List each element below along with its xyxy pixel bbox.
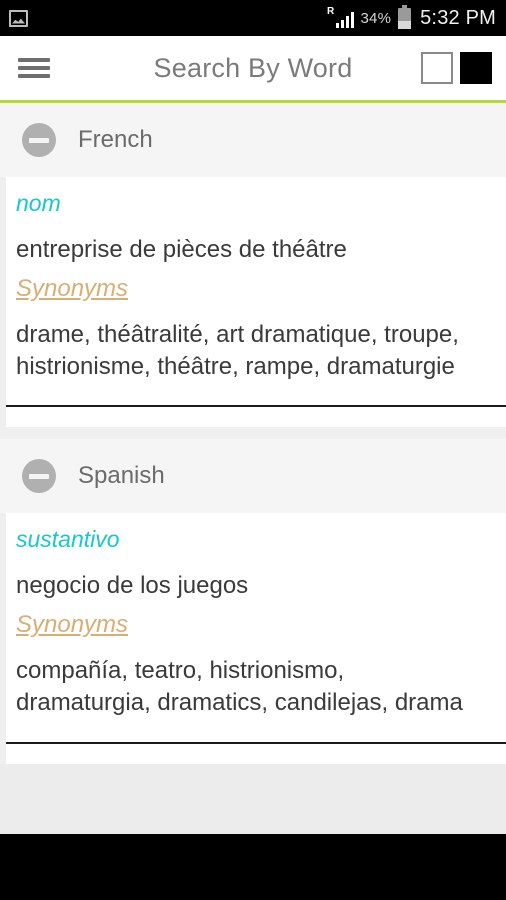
battery-percent-label: 34% [360, 9, 392, 27]
system-navigation-bar [0, 834, 506, 900]
group-spacer [0, 427, 506, 440]
roaming-indicator: R [326, 6, 335, 17]
part-of-speech-label: sustantivo [16, 526, 120, 553]
synonyms-link[interactable]: Synonyms [16, 275, 128, 303]
group-header-french[interactable]: French [0, 103, 506, 177]
minus-circle-icon[interactable] [22, 123, 56, 157]
entry-card-footer [6, 743, 506, 764]
part-of-speech-label: nom [16, 190, 61, 216]
synonyms-text: drame, théâtralité, art dramatique, trou… [16, 320, 459, 381]
hamburger-bar [18, 58, 50, 62]
entry-card-spanish: sustantivo negocio de los juegos Synonym… [6, 513, 506, 764]
status-bar: R 34% 5:32 PM [0, 0, 506, 36]
hamburger-menu-icon[interactable] [18, 55, 50, 81]
hamburger-bar [18, 66, 50, 70]
results-list[interactable]: French nom entreprise de pièces de théât… [0, 103, 506, 834]
entry-card-body: nom entreprise de pièces de théâtre Syno… [6, 189, 506, 383]
signal-bars-icon: R [326, 6, 355, 28]
status-bar-clock: 5:32 PM [420, 6, 496, 29]
dark-theme-swatch-button[interactable] [460, 52, 492, 84]
hamburger-bar [18, 74, 50, 78]
screenshot-notification-icon [9, 9, 28, 27]
battery-icon [398, 4, 412, 29]
synonyms-text: compañía, teatro, histrionismo, dramatur… [16, 657, 463, 717]
light-theme-swatch-button[interactable] [421, 52, 453, 84]
app-bar: Search By Word [0, 36, 506, 100]
minus-circle-icon[interactable] [22, 459, 56, 494]
group-header-spanish[interactable]: Spanish [0, 439, 506, 514]
definition-text: negocio de los juegos [16, 572, 249, 599]
status-bar-left [9, 9, 28, 27]
status-bar-right: R 34% 5:32 PM [326, 4, 496, 30]
entry-card-french: nom entreprise de pièces de théâtre Syno… [6, 177, 506, 428]
group-language-label: French [78, 126, 153, 153]
group-language-label: Spanish [78, 462, 165, 490]
synonyms-link[interactable]: Synonyms [16, 611, 128, 639]
signal-strength-bars [335, 12, 355, 28]
app-bar-actions [421, 52, 492, 84]
entry-card-body: sustantivo negocio de los juegos Synonym… [6, 525, 506, 719]
definition-text: entreprise de pièces de théâtre [16, 235, 347, 263]
list-bottom-space [0, 763, 506, 834]
entry-card-footer [6, 407, 506, 428]
app-window: R 34% 5:32 PM Search By Word French nom … [0, 0, 506, 900]
